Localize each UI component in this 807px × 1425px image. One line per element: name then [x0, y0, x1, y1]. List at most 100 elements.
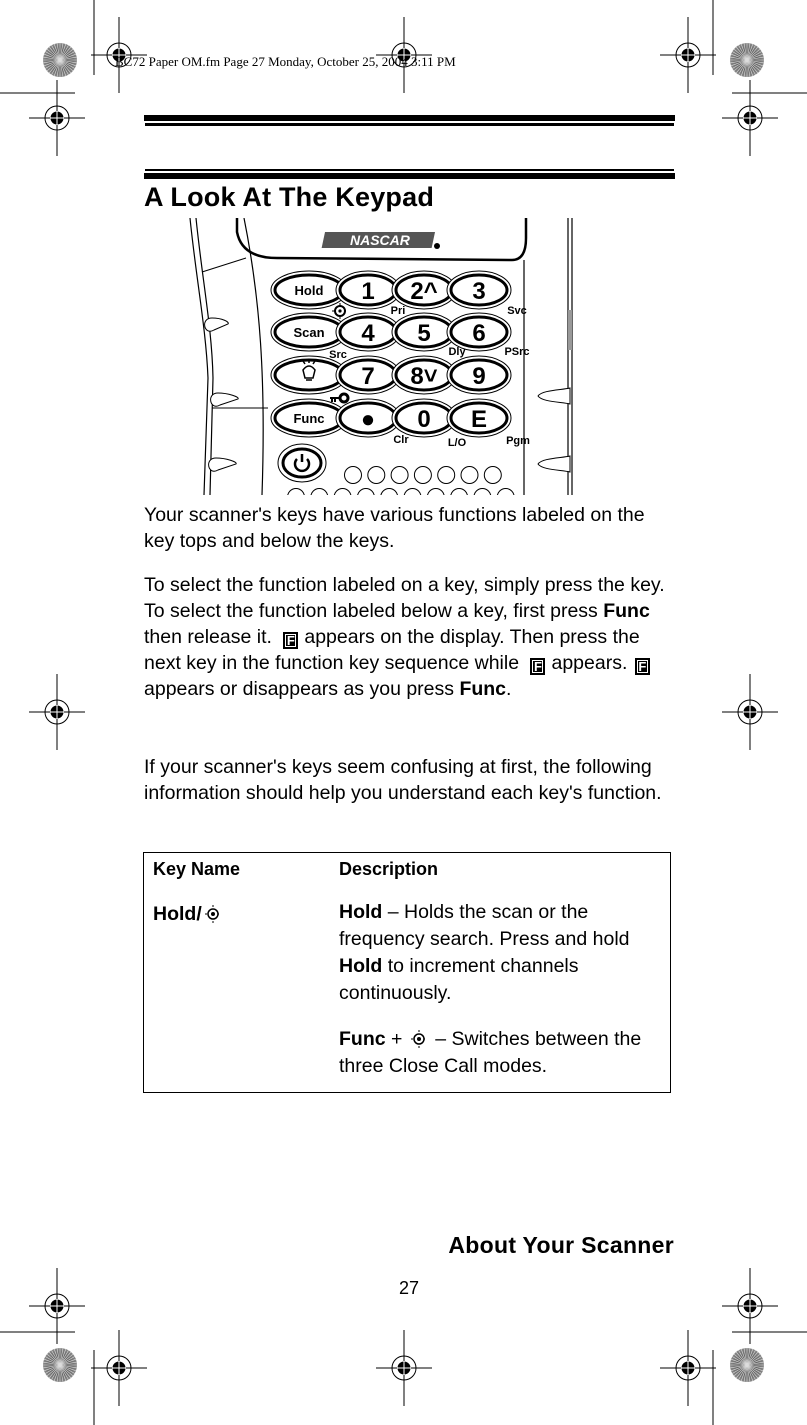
speaker-hole [413, 466, 432, 484]
table-row-key-name: Hold/ [153, 901, 224, 928]
crosshair-mark [28, 1267, 86, 1345]
para-text: appears or disappears as you press [144, 678, 460, 700]
desc-key-bold: Hold [339, 901, 383, 923]
speaker-hole [460, 466, 479, 484]
keypad-key: 5 [391, 312, 457, 352]
crosshair-mark [375, 1329, 433, 1407]
svg-text:6: 6 [472, 320, 485, 347]
keypad-illustration: NASCAR Hold 1 2^ 3 Scan 4 5 6 7 8˅ 9 Func ● 0 E Pri Svc S… [189, 218, 573, 495]
key-sub-label: Dly [448, 346, 466, 358]
table-row-description-func: Func + – Switches between the three Clos… [339, 1026, 664, 1080]
speaker-hole [344, 466, 362, 484]
close-call-icon [410, 1030, 427, 1048]
svg-text:7: 7 [361, 363, 374, 390]
svg-text:9: 9 [472, 363, 485, 390]
svg-text:3: 3 [472, 278, 485, 305]
speaker-hole [450, 488, 468, 495]
speaker-hole [390, 466, 409, 484]
desc-key-bold: Func [339, 1028, 386, 1050]
crosshair-mark [28, 79, 86, 157]
svg-text:8˅: 8˅ [410, 363, 437, 390]
key-sub-label: L/O [448, 437, 467, 449]
svg-text:5: 5 [417, 320, 430, 347]
function-key-paragraph: To select the function labeled on a key,… [144, 572, 674, 702]
column-header-description: Description [339, 859, 439, 879]
speaker-hole [427, 488, 445, 495]
color-registration-sunburst [43, 1348, 77, 1382]
desc-key-bold: Hold [339, 955, 383, 977]
svg-text:Hold: Hold [295, 283, 324, 298]
footer-section-name: About Your Scanner [448, 1232, 674, 1258]
crosshair-mark [28, 673, 86, 751]
speaker-hole [367, 466, 386, 484]
speaker-hole [380, 488, 398, 495]
keypad-key: 1 [335, 270, 401, 310]
key-sub-label: Clr [393, 434, 409, 446]
crosshair-mark [659, 16, 717, 94]
keypad-key: 3 [446, 270, 512, 310]
speaker-hole [437, 466, 456, 484]
section-title: A Look At The Keypad [144, 182, 435, 212]
speaker-hole [473, 488, 492, 495]
crosshair-mark [659, 1329, 717, 1407]
func-key-ref: Func [603, 600, 650, 622]
speaker-hole [357, 488, 375, 495]
para-text: then release it. [144, 626, 272, 648]
speaker-hole [483, 466, 502, 484]
svg-text:4: 4 [361, 320, 375, 347]
desc-text: – Holds the scan or the frequency search… [339, 901, 630, 950]
keypad-key: 0 [391, 398, 457, 438]
table-row-description: Hold – Holds the scan or the frequency s… [339, 899, 664, 1007]
svg-text:Scan: Scan [293, 325, 324, 340]
keypad-key: 2^ [391, 270, 457, 310]
help-paragraph: If your scanner's keys seem confusing at… [144, 756, 662, 804]
function-indicator-icon: F [283, 632, 299, 649]
key-sub-label: Svc [507, 305, 527, 317]
para-text: . [506, 678, 512, 700]
top-rule-thin [145, 123, 674, 126]
speaker-hole [333, 488, 352, 495]
print-info-header: BC72 Paper OM.fm Page 27 Monday, October… [115, 54, 456, 69]
svg-text:0: 0 [417, 406, 430, 433]
para-text: appears. [551, 652, 628, 674]
key-sub-label: Pgm [506, 435, 530, 447]
keypad-key: 7 [335, 355, 401, 395]
crosshair-mark [721, 1267, 779, 1345]
close-call-icon [204, 905, 221, 923]
function-indicator-icon: F [530, 658, 546, 675]
key-sub-label: Src [329, 349, 347, 361]
column-header-key-name: Key Name [153, 859, 241, 879]
speaker-hole [496, 488, 515, 495]
top-rule-thick [144, 115, 675, 121]
key-sub-label: Pri [391, 305, 406, 317]
speaker-hole [403, 488, 422, 495]
svg-text:●: ● [361, 406, 376, 433]
printer-registration-marks [0, 0, 807, 1425]
crosshair-mark [721, 79, 779, 157]
svg-text:1: 1 [361, 278, 374, 305]
section-rule-thick [144, 173, 675, 179]
key-function-table: Key Name Description Hold/ Hold – Holds … [143, 852, 671, 1093]
keypad-key: 9 [446, 355, 512, 395]
function-indicator-icon: F [634, 658, 650, 675]
keypad-key: E [446, 398, 512, 438]
func-key-ref: Func [459, 678, 507, 700]
color-registration-sunburst [730, 43, 764, 77]
para-text: To select the function labeled on a key,… [144, 574, 665, 622]
key-lock-icon [330, 397, 340, 402]
key-sub-label: PSrc [504, 346, 529, 358]
speaker-hole [287, 488, 305, 495]
desc-text: + [385, 1028, 408, 1050]
crosshair-mark [90, 1329, 148, 1407]
keypad-key: ● [335, 398, 401, 438]
speaker-hole [310, 488, 329, 495]
keypad-key: 4 [335, 312, 401, 352]
nascar-logo: NASCAR [321, 232, 440, 249]
page-number: 27 [399, 1278, 420, 1298]
intro-paragraph: Your scanner's keys have various functio… [144, 504, 645, 552]
color-registration-sunburst [43, 43, 77, 77]
keypad-key: 8˅ [391, 355, 457, 395]
section-rule-thin [145, 169, 674, 171]
svg-text:E: E [471, 406, 487, 433]
svg-text:2^: 2^ [410, 278, 437, 305]
